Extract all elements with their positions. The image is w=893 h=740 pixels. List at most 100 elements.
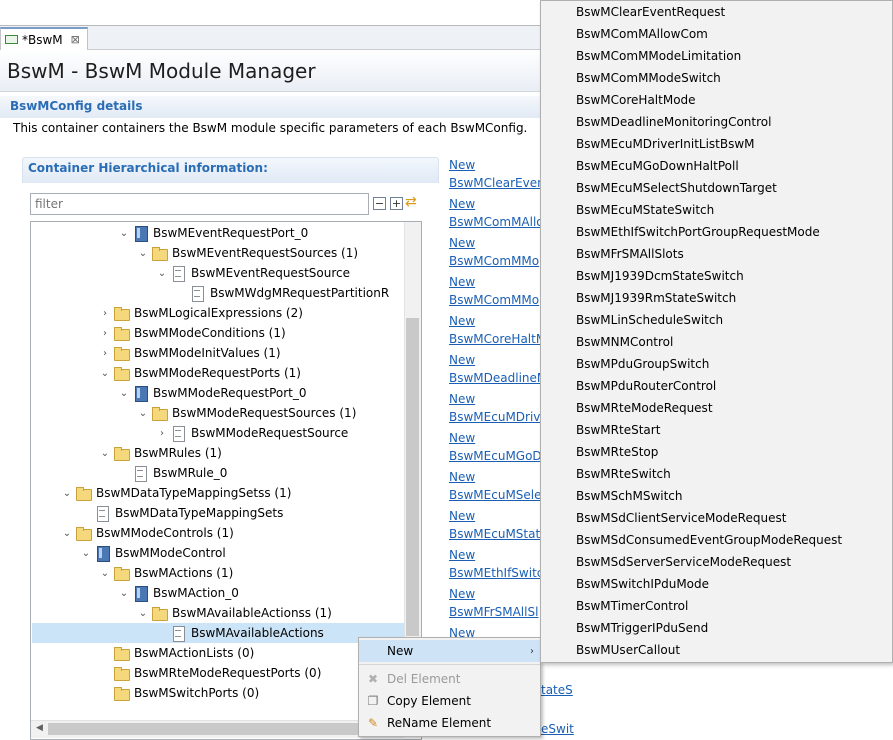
submenu-item[interactable]: BswMComMModeSwitch: [576, 71, 721, 85]
new-link[interactable]: New: [449, 509, 475, 523]
new-link[interactable]: New: [449, 353, 475, 367]
expand-down-icon[interactable]: ⌄: [97, 368, 113, 379]
new-link[interactable]: eSwit: [541, 722, 574, 736]
new-link[interactable]: BswMClearEvent: [449, 176, 549, 190]
submenu-item[interactable]: BswMComMAllowCom: [576, 27, 708, 41]
menu-item-rename-element[interactable]: ✎ ReName Element: [359, 712, 540, 734]
new-link[interactable]: New: [449, 470, 475, 484]
new-link[interactable]: BswMEcuMDriv: [449, 410, 540, 424]
new-link[interactable]: New: [449, 197, 475, 211]
submenu-item[interactable]: BswMRteModeRequest: [576, 401, 713, 415]
submenu-item[interactable]: BswMSchMSwitch: [576, 489, 683, 503]
menu-item-new[interactable]: New ›: [359, 640, 540, 662]
expand-down-icon[interactable]: ⌄: [78, 548, 94, 559]
submenu-item[interactable]: BswMRteStart: [576, 423, 660, 437]
tree-vertical-scroll-thumb[interactable]: [406, 318, 419, 636]
menu-item-del-element[interactable]: ✖ Del Element: [359, 668, 540, 690]
tree-node[interactable]: › BswMModeRequestSource: [154, 423, 348, 443]
submenu-item[interactable]: BswMFrSMAllSlots: [576, 247, 684, 261]
new-link[interactable]: New: [449, 548, 475, 562]
submenu-item[interactable]: BswMPduRouterControl: [576, 379, 716, 393]
tree-node[interactable]: BswMAvailableActions: [32, 623, 404, 643]
submenu-item[interactable]: BswMJ1939RmStateSwitch: [576, 291, 736, 305]
submenu-item[interactable]: BswMSwitchIPduMode: [576, 577, 709, 591]
tree-node[interactable]: › BswMModeInitValues (1): [97, 343, 281, 363]
new-link[interactable]: tateS: [541, 683, 573, 697]
submenu-item[interactable]: BswMDeadlineMonitoringControl: [576, 115, 771, 129]
tree-node[interactable]: ⌄ BswMEventRequestSources (1): [135, 243, 358, 263]
expand-right-icon[interactable]: ›: [97, 328, 113, 339]
submenu-item[interactable]: BswMTimerControl: [576, 599, 688, 613]
new-link[interactable]: New: [449, 431, 475, 445]
submenu-item[interactable]: BswMEcuMDriverInitListBswM: [576, 137, 755, 151]
expand-down-icon[interactable]: ⌄: [59, 488, 75, 499]
tree-node[interactable]: ⌄ BswMEventRequestSource: [154, 263, 350, 283]
tree-node[interactable]: ⌄ BswMRules (1): [97, 443, 222, 463]
expand-down-icon[interactable]: ⌄: [135, 608, 151, 619]
new-link[interactable]: BswMComMMo: [449, 254, 539, 268]
submenu-item[interactable]: BswMEcuMSelectShutdownTarget: [576, 181, 777, 195]
new-link[interactable]: BswMComMAllo: [449, 215, 544, 229]
tree-node[interactable]: ⌄ BswMModeRequestSources (1): [135, 403, 356, 423]
tree-horizontal-scroll-thumb[interactable]: [48, 723, 383, 735]
tree-node[interactable]: ⌄ BswMEventRequestPort_0: [116, 223, 308, 243]
sync-icon[interactable]: ⇄: [405, 194, 417, 210]
expand-down-icon[interactable]: ⌄: [116, 588, 132, 599]
editor-tab-bswm[interactable]: *BswM ⊠: [0, 27, 88, 50]
tree-node[interactable]: ⌄ BswMAvailableActionss (1): [135, 603, 332, 623]
tree-node[interactable]: BswMActionLists (0): [97, 643, 254, 663]
expand-right-icon[interactable]: ›: [97, 308, 113, 319]
expand-down-icon[interactable]: ⌄: [116, 388, 132, 399]
tree-node[interactable]: ⌄ BswMModeControls (1): [59, 523, 234, 543]
submenu-item[interactable]: BswMJ1939DcmStateSwitch: [576, 269, 744, 283]
submenu-item[interactable]: BswMCoreHaltMode: [576, 93, 696, 107]
tree-node[interactable]: ⌄ BswMDataTypeMappingSetss (1): [59, 483, 291, 503]
new-link[interactable]: BswMDeadlineM: [449, 371, 547, 385]
expand-down-icon[interactable]: ⌄: [135, 248, 151, 259]
submenu-item[interactable]: BswMLinScheduleSwitch: [576, 313, 723, 327]
expand-down-icon[interactable]: ⌄: [135, 408, 151, 419]
new-link[interactable]: BswMEcuMState: [449, 527, 548, 541]
expand-down-icon[interactable]: ⌄: [97, 448, 113, 459]
submenu-item[interactable]: BswMEcuMStateSwitch: [576, 203, 714, 217]
submenu-item[interactable]: BswMSdServerServiceModeRequest: [576, 555, 791, 569]
submenu-item[interactable]: BswMEcuMGoDownHaltPoll: [576, 159, 739, 173]
filter-input[interactable]: [31, 194, 368, 214]
new-link[interactable]: BswMEthIfSwitc: [449, 566, 543, 580]
submenu-item[interactable]: BswMComMModeLimitation: [576, 49, 741, 63]
submenu-item[interactable]: BswMTriggerIPduSend: [576, 621, 708, 635]
expand-right-icon[interactable]: ›: [97, 348, 113, 359]
expand-right-icon[interactable]: ›: [154, 428, 170, 439]
tree-node[interactable]: › BswMLogicalExpressions (2): [97, 303, 303, 323]
expand-all-icon[interactable]: +: [390, 197, 403, 210]
filter-field[interactable]: [30, 193, 369, 215]
menu-item-copy-element[interactable]: ❐ Copy Element: [359, 690, 540, 712]
tree-node[interactable]: BswMWdgMRequestPartitionR: [173, 283, 389, 303]
submenu-item[interactable]: BswMNMControl: [576, 335, 673, 349]
new-link[interactable]: BswMEcuMGoD: [449, 449, 542, 463]
tree-node[interactable]: BswMRteModeRequestPorts (0): [97, 663, 321, 683]
new-link[interactable]: New: [449, 236, 475, 250]
close-icon[interactable]: ⊠: [71, 33, 80, 46]
tree-node[interactable]: › BswMModeConditions (1): [97, 323, 286, 343]
tree-node[interactable]: ⌄ BswMModeRequestPort_0: [116, 383, 307, 403]
expand-down-icon[interactable]: ⌄: [116, 228, 132, 239]
new-link[interactable]: New: [449, 587, 475, 601]
submenu-item[interactable]: BswMClearEventRequest: [576, 5, 725, 19]
submenu-item[interactable]: BswMEthIfSwitchPortGroupRequestMode: [576, 225, 820, 239]
tree-node[interactable]: BswMDataTypeMappingSets: [78, 503, 283, 523]
submenu-item[interactable]: BswMSdConsumedEventGroupModeRequest: [576, 533, 842, 547]
tree-node[interactable]: ⌄ BswMAction_0: [116, 583, 239, 603]
new-link[interactable]: BswMComMMo: [449, 293, 539, 307]
tree-node[interactable]: BswMRule_0: [116, 463, 227, 483]
new-link[interactable]: New: [449, 158, 475, 172]
new-link[interactable]: New: [449, 314, 475, 328]
submenu-item[interactable]: BswMPduGroupSwitch: [576, 357, 709, 371]
new-link[interactable]: New: [449, 275, 475, 289]
submenu-item[interactable]: BswMSdClientServiceModeRequest: [576, 511, 786, 525]
collapse-all-icon[interactable]: −: [373, 197, 386, 210]
new-link[interactable]: BswMCoreHaltM: [449, 332, 546, 346]
expand-down-icon[interactable]: ⌄: [59, 528, 75, 539]
section-title[interactable]: BswMConfig details: [10, 99, 143, 113]
tree-node[interactable]: ⌄ BswMActions (1): [97, 563, 233, 583]
